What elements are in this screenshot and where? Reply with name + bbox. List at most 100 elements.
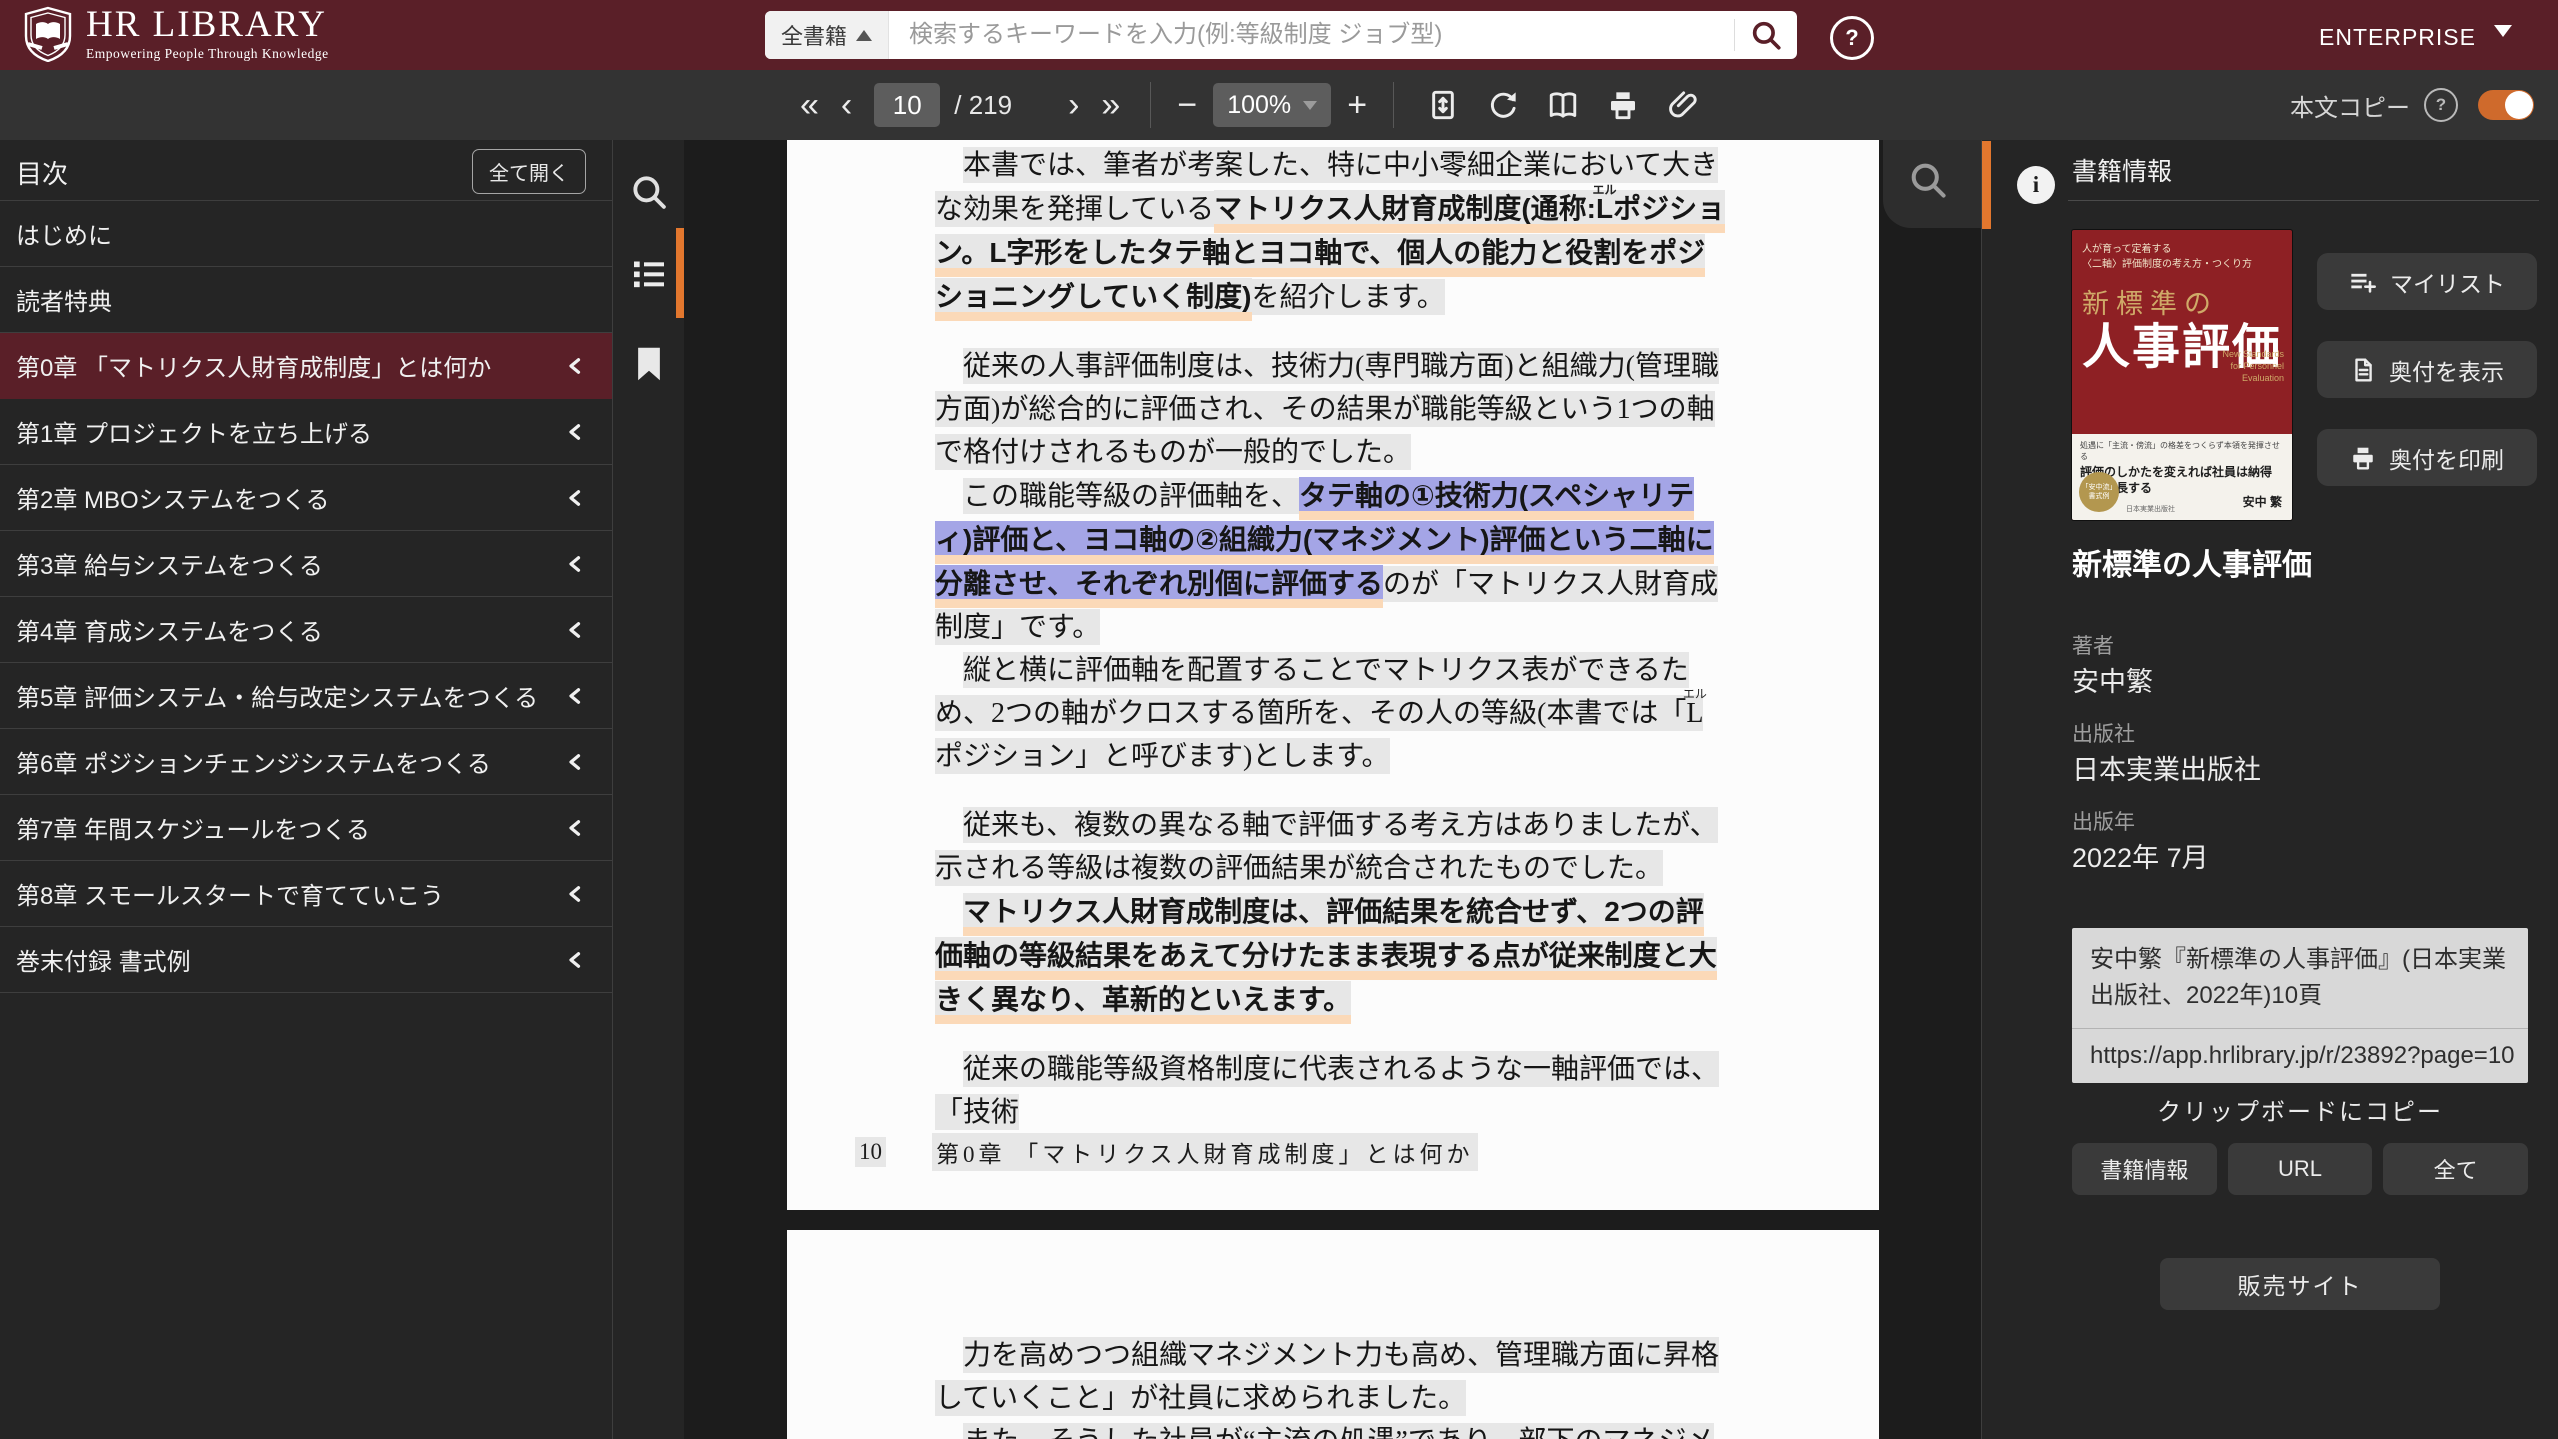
cover-publisher: 日本実業出版社 bbox=[2126, 504, 2175, 514]
help-icon: ? bbox=[2436, 95, 2446, 115]
first-page-button[interactable]: « bbox=[800, 88, 819, 122]
book-page: 本書では、筆者が考案した、特に中小零細企業において大きな効果を発揮しているマトリ… bbox=[787, 140, 1879, 1210]
account-menu[interactable]: ENTERPRISE bbox=[2319, 24, 2512, 51]
chevron-down-icon bbox=[2494, 25, 2512, 37]
cover-english-title: New Standards for Personnel Evaluation bbox=[2218, 348, 2284, 384]
copy-all-button[interactable]: 全て bbox=[2383, 1143, 2528, 1195]
cover-badge: 「安中流」書式例 bbox=[2079, 472, 2119, 512]
sidebar-item-8[interactable]: 第6章 ポジションチェンジシステムをつくる bbox=[0, 729, 612, 795]
sidebar-tool-rail bbox=[612, 140, 685, 1439]
brand-logo[interactable]: HR LIBRARY Empowering People Through Kno… bbox=[22, 6, 329, 62]
mylist-label: マイリスト bbox=[2390, 265, 2505, 299]
chevron-left-icon bbox=[566, 356, 586, 376]
shop-site-button[interactable]: 販売サイト bbox=[2160, 1258, 2440, 1310]
rotate-icon bbox=[1487, 89, 1519, 121]
search-icon bbox=[1749, 18, 1783, 52]
page-footer-number: 10 bbox=[855, 1137, 886, 1167]
chevron-left-icon bbox=[566, 950, 586, 970]
brand-title: HR LIBRARY bbox=[86, 6, 329, 43]
expand-all-button[interactable]: 全て開く bbox=[472, 149, 586, 194]
year-label: 出版年 bbox=[2072, 806, 2135, 836]
chevron-down-icon bbox=[1303, 101, 1317, 110]
book-cover[interactable]: 人が育って定着する 〈二軸〉評価制度の考え方・つくり方 新標準の 人事評価 Ne… bbox=[2072, 230, 2292, 520]
chevron-left-icon bbox=[566, 488, 586, 508]
in-book-search-tab[interactable] bbox=[1883, 140, 1981, 228]
panel-title: 書籍情報 bbox=[2072, 152, 2172, 188]
year-value: 2022年 7月 bbox=[2072, 836, 2209, 875]
playlist-add-icon bbox=[2349, 268, 2377, 296]
two-page-view-button[interactable] bbox=[1540, 82, 1586, 128]
header-help-button[interactable]: ? bbox=[1830, 16, 1874, 60]
bookmark-icon bbox=[632, 345, 666, 383]
search-input[interactable] bbox=[889, 21, 1734, 49]
text-run: Lエル bbox=[1686, 695, 1703, 731]
sidebar-item-label: 第7章 年間スケジュールをつくる bbox=[16, 810, 370, 845]
brand-text: HR LIBRARY Empowering People Through Kno… bbox=[86, 6, 329, 62]
text-run: また、そうした社員が“主流の処遇”であり、部下のマネジメント bbox=[935, 1423, 1714, 1439]
sidebar-item-label: 第6章 ポジションチェンジシステムをつくる bbox=[16, 744, 491, 779]
attachment-button[interactable] bbox=[1660, 82, 1706, 128]
book-paragraph: 力を高めつつ組織マネジメント力も高め、管理職方面に昇格していくこと」が社員に求め… bbox=[935, 1334, 1729, 1420]
mylist-button[interactable]: マイリスト bbox=[2317, 253, 2537, 310]
zoom-out-button[interactable]: − bbox=[1177, 88, 1197, 122]
print-button[interactable] bbox=[1600, 82, 1646, 128]
sidebar-item-7[interactable]: 第5章 評価システム・給与改定システムをつくる bbox=[0, 663, 612, 729]
search-icon bbox=[628, 171, 670, 213]
print-colophon-label: 奥付を印刷 bbox=[2389, 441, 2504, 475]
cover-author: 安中 繁 bbox=[2243, 493, 2282, 510]
next-page-button[interactable]: › bbox=[1068, 88, 1079, 122]
text-run: を紹介します。 bbox=[1252, 279, 1445, 315]
book-info-panel: i 書籍情報 人が育って定着する 〈二軸〉評価制度の考え方・つくり方 新標準の … bbox=[1981, 140, 2558, 1439]
search-scope-select[interactable]: 全書籍 bbox=[765, 11, 889, 59]
clipboard-copy-buttons: 書籍情報URL全て bbox=[2072, 1143, 2528, 1195]
print-colophon-button[interactable]: 奥付を印刷 bbox=[2317, 429, 2537, 486]
prev-page-button[interactable]: ‹ bbox=[841, 88, 852, 122]
book-paragraph: 縦と横に評価軸を配置することでマトリクス表ができるため、2つの軸がクロスする箇所… bbox=[935, 649, 1729, 778]
cover-tagline-2: 〈二軸〉評価制度の考え方・つくり方 bbox=[2082, 257, 2282, 272]
rotate-button[interactable] bbox=[1480, 82, 1526, 128]
list-icon bbox=[629, 254, 669, 294]
zoom-in-button[interactable]: + bbox=[1347, 88, 1367, 122]
chevron-up-icon bbox=[856, 30, 872, 41]
page-number-input[interactable]: 10 bbox=[874, 83, 940, 127]
info-button[interactable]: i bbox=[2017, 166, 2055, 204]
sidebar-item-0[interactable]: はじめに bbox=[0, 201, 612, 267]
chevron-left-icon bbox=[566, 686, 586, 706]
sidebar-item-11[interactable]: 巻末付録 書式例 bbox=[0, 927, 612, 993]
chevron-left-icon bbox=[566, 554, 586, 574]
fit-page-button[interactable] bbox=[1420, 82, 1466, 128]
show-colophon-button[interactable]: 奥付を表示 bbox=[2317, 341, 2537, 398]
sidebar-item-9[interactable]: 第7章 年間スケジュールをつくる bbox=[0, 795, 612, 861]
publisher-value: 日本実業出版社 bbox=[2072, 748, 2261, 787]
rail-toc-button[interactable] bbox=[613, 242, 685, 306]
sidebar-item-2[interactable]: 第0章 「マトリクス人財育成制度」とは何か bbox=[0, 333, 612, 399]
sidebar-item-1[interactable]: 読者特典 bbox=[0, 267, 612, 333]
sidebar-item-label: 第3章 給与システムをつくる bbox=[16, 546, 323, 581]
sidebar-item-3[interactable]: 第1章 プロジェクトを立ち上げる bbox=[0, 399, 612, 465]
sidebar-item-6[interactable]: 第4章 育成システムをつくる bbox=[0, 597, 612, 663]
citation-url[interactable]: https://app.hrlibrary.jp/r/23892?page=10 bbox=[2072, 1029, 2528, 1083]
sidebar-item-5[interactable]: 第3章 給与システムをつくる bbox=[0, 531, 612, 597]
sidebar-item-10[interactable]: 第8章 スモールスタートで育てていこう bbox=[0, 861, 612, 927]
toc-list: はじめに読者特典第0章 「マトリクス人財育成制度」とは何か第1章 プロジェクトを… bbox=[0, 201, 612, 993]
rail-bookmark-button[interactable] bbox=[613, 332, 685, 396]
cover-tagline-1: 人が育って定着する bbox=[2082, 242, 2282, 257]
sidebar-item-label: 第5章 評価システム・給与改定システムをつくる bbox=[16, 678, 538, 713]
last-page-button[interactable]: » bbox=[1101, 88, 1120, 122]
brand-tagline: Empowering People Through Knowledge bbox=[86, 46, 329, 62]
text-copy-toggle[interactable] bbox=[2478, 90, 2534, 120]
sidebar-item-4[interactable]: 第2章 MBOシステムをつくる bbox=[0, 465, 612, 531]
page-footer: 10 第0章 「マトリクス人財育成制度」とは何か bbox=[855, 1133, 1478, 1171]
book-paragraph: この職能等級の評価軸を、タテ軸の①技術力(スペシャリティ)評価と、ヨコ軸の②組織… bbox=[935, 474, 1729, 649]
rail-search-button[interactable] bbox=[613, 160, 685, 224]
copy-url-button[interactable]: URL bbox=[2228, 1143, 2373, 1195]
text-copy-help-button[interactable]: ? bbox=[2424, 88, 2458, 122]
page-footer-chapter: 第0章 「マトリクス人財育成制度」とは何か bbox=[932, 1133, 1478, 1171]
search-scope-label: 全書籍 bbox=[781, 19, 847, 51]
zoom-level-select[interactable]: 100% bbox=[1213, 83, 1331, 127]
reader-content: 本書では、筆者が考案した、特に中小零細企業において大きな効果を発揮しているマトリ… bbox=[684, 140, 1981, 1439]
text-run: ポジション」と呼びます)とします。 bbox=[935, 738, 1390, 774]
copy-bookinfo-button[interactable]: 書籍情報 bbox=[2072, 1143, 2217, 1195]
search-button[interactable] bbox=[1735, 11, 1797, 59]
book-paragraph: 本書では、筆者が考案した、特に中小零細企業において大きな効果を発揮しているマトリ… bbox=[935, 144, 1729, 319]
